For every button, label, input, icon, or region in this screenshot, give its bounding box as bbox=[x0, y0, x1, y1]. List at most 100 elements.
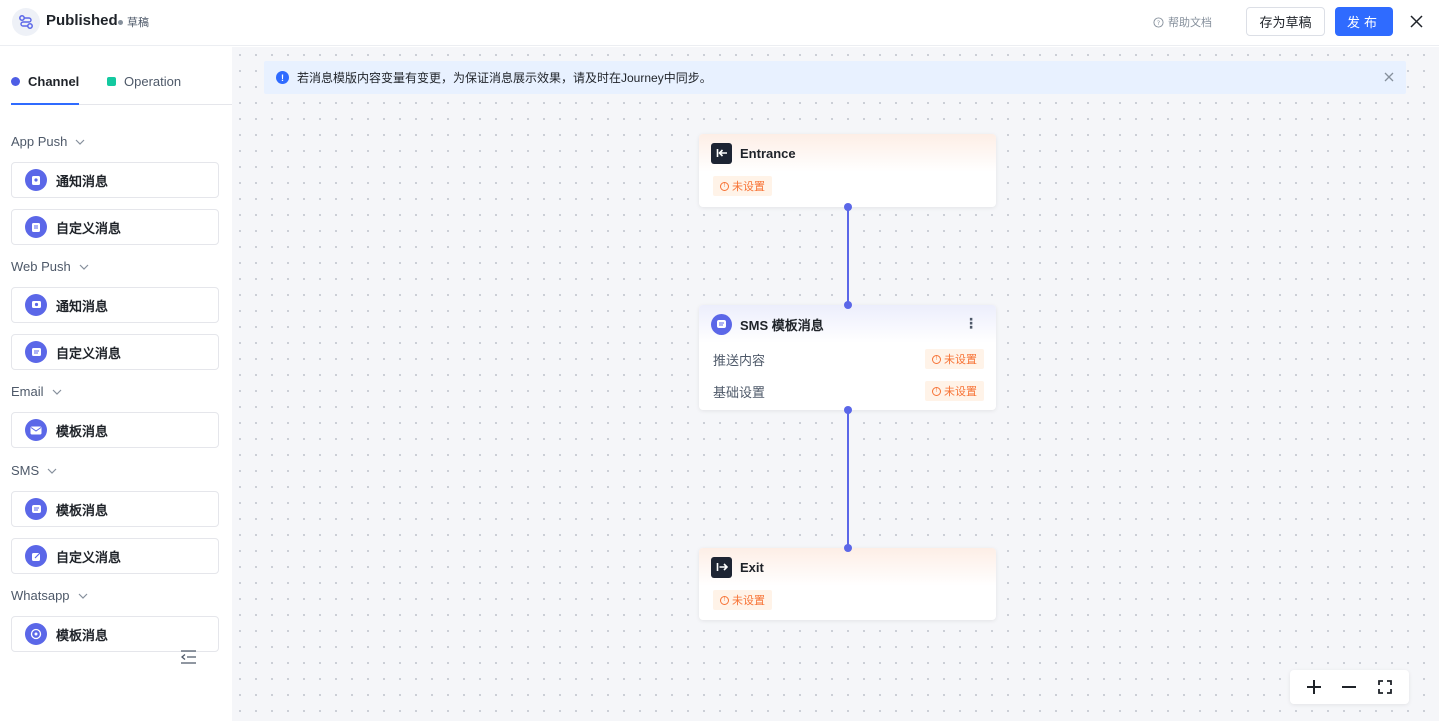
sms-icon bbox=[25, 498, 47, 520]
edit-icon bbox=[25, 545, 47, 567]
palette-item-web-push-custom[interactable]: 自定义消息 bbox=[11, 334, 219, 370]
palette-tabs: Channel Operation bbox=[11, 67, 232, 105]
document-icon bbox=[25, 216, 47, 238]
zoom-out-icon[interactable] bbox=[1338, 676, 1360, 698]
connector-line bbox=[847, 207, 849, 305]
group-whatsapp[interactable]: Whatsapp bbox=[11, 588, 88, 603]
status-label: 未设置 bbox=[944, 386, 977, 398]
status-label: 未设置 bbox=[944, 354, 977, 366]
group-email[interactable]: Email bbox=[11, 384, 62, 399]
node-row-push-content[interactable]: 推送内容 ! 未设置 bbox=[713, 343, 984, 375]
chevron-down-icon bbox=[79, 264, 89, 270]
node-title: SMS 模板消息 bbox=[740, 317, 824, 333]
palette-item-sms-custom[interactable]: 自定义消息 bbox=[11, 538, 219, 574]
status-label: 草稿 bbox=[127, 17, 149, 29]
tab-channel-label: Channel bbox=[28, 74, 80, 89]
node-sms-template[interactable]: SMS 模板消息 ⋮ 推送内容 ! 未设置 基础设置 ! 未设置 bbox=[699, 305, 996, 410]
node-entrance[interactable]: Entrance ! 未设置 bbox=[699, 134, 996, 207]
status-label: 未设置 bbox=[732, 595, 765, 607]
fit-view-icon[interactable] bbox=[1374, 676, 1396, 698]
entrance-icon bbox=[711, 142, 732, 164]
status-badge: ! 未设置 bbox=[713, 590, 772, 610]
connection-handle[interactable] bbox=[844, 301, 852, 309]
chevron-down-icon bbox=[52, 389, 61, 395]
active-tab-indicator bbox=[11, 103, 79, 105]
row-label: 基础设置 bbox=[713, 384, 766, 400]
status-label: 未设置 bbox=[732, 181, 765, 193]
palette-item-label: 自定义消息 bbox=[56, 220, 122, 236]
journey-logo-icon bbox=[12, 8, 40, 36]
zoom-in-icon[interactable] bbox=[1303, 676, 1325, 698]
warning-icon: ! bbox=[932, 354, 941, 364]
exit-icon bbox=[711, 556, 732, 578]
palette-item-label: 自定义消息 bbox=[56, 345, 122, 361]
palette-item-label: 模板消息 bbox=[56, 627, 109, 643]
palette-item-whatsapp-template[interactable]: 模板消息 bbox=[11, 616, 219, 652]
chevron-down-icon bbox=[75, 139, 85, 145]
save-draft-button[interactable]: 存为草稿 bbox=[1246, 7, 1325, 36]
group-sms[interactable]: SMS bbox=[11, 463, 57, 478]
bell-icon bbox=[25, 169, 47, 191]
node-title: Entrance bbox=[740, 145, 796, 161]
svg-text:?: ? bbox=[1157, 18, 1160, 26]
palette-item-sms-template[interactable]: 模板消息 bbox=[11, 491, 219, 527]
palette-item-app-push-notification[interactable]: 通知消息 bbox=[11, 162, 219, 198]
connection-handle[interactable] bbox=[844, 544, 852, 552]
palette-item-email-template[interactable]: 模板消息 bbox=[11, 412, 219, 448]
group-app-push[interactable]: App Push bbox=[11, 134, 85, 149]
warning-icon: ! bbox=[932, 386, 941, 396]
banner-text: 若消息模版内容变量有变更，为保证消息展示效果，请及时在Journey中同步。 bbox=[297, 71, 712, 85]
channel-dot-icon bbox=[11, 77, 20, 86]
connection-handle[interactable] bbox=[844, 203, 852, 211]
node-header: Entrance bbox=[699, 134, 996, 172]
help-docs-label: 帮助文档 bbox=[1168, 17, 1212, 29]
connection-handle[interactable] bbox=[844, 406, 852, 414]
mail-icon bbox=[25, 419, 47, 441]
collapse-sidebar-icon[interactable] bbox=[180, 650, 198, 666]
info-banner: ! 若消息模版内容变量有变更，为保证消息展示效果，请及时在Journey中同步。 bbox=[264, 61, 1406, 94]
warning-icon: ! bbox=[720, 181, 729, 191]
palette-item-label: 模板消息 bbox=[56, 423, 109, 439]
palette-item-web-push-notification[interactable]: 通知消息 bbox=[11, 287, 219, 323]
status-badge: ! 未设置 bbox=[925, 349, 984, 369]
tab-channel[interactable]: Channel bbox=[11, 74, 79, 89]
banner-close-icon[interactable] bbox=[1382, 70, 1396, 84]
row-label: 推送内容 bbox=[713, 352, 766, 368]
palette-item-app-push-custom[interactable]: 自定义消息 bbox=[11, 209, 219, 245]
palette-item-label: 模板消息 bbox=[56, 502, 109, 518]
sms-icon bbox=[711, 313, 732, 335]
help-icon: ? bbox=[1153, 16, 1164, 28]
group-web-push[interactable]: Web Push bbox=[11, 259, 89, 274]
status-dot-icon bbox=[118, 19, 123, 25]
publish-button[interactable]: 发布 bbox=[1335, 7, 1393, 36]
close-icon[interactable] bbox=[1406, 11, 1426, 31]
help-docs-link[interactable]: ? 帮助文档 bbox=[1153, 14, 1212, 30]
operation-dot-icon bbox=[107, 77, 116, 86]
node-header: SMS 模板消息 bbox=[699, 305, 996, 343]
connector-line bbox=[847, 410, 849, 548]
node-row-basic-settings[interactable]: 基础设置 ! 未设置 bbox=[713, 375, 984, 407]
info-icon: ! bbox=[276, 71, 289, 84]
status-badge: 草稿 bbox=[118, 14, 149, 30]
chevron-down-icon bbox=[78, 593, 87, 599]
page-title: Published bbox=[46, 12, 118, 29]
status-badge: ! 未设置 bbox=[925, 381, 984, 401]
zoom-controls bbox=[1290, 670, 1409, 704]
tab-operation-label: Operation bbox=[124, 74, 182, 89]
status-badge: ! 未设置 bbox=[713, 176, 772, 196]
group-label: Whatsapp bbox=[11, 588, 70, 603]
group-label: Email bbox=[11, 384, 44, 399]
more-options-icon[interactable]: ⋮ bbox=[964, 315, 978, 332]
palette-item-label: 通知消息 bbox=[56, 298, 109, 314]
tab-operation[interactable]: Operation bbox=[107, 74, 181, 89]
group-label: SMS bbox=[11, 463, 40, 478]
whatsapp-icon bbox=[25, 623, 47, 645]
palette-item-label: 通知消息 bbox=[56, 173, 109, 189]
chevron-down-icon bbox=[47, 468, 57, 474]
bell-icon bbox=[25, 294, 47, 316]
warning-icon: ! bbox=[720, 595, 729, 605]
group-label: Web Push bbox=[11, 259, 71, 274]
node-exit[interactable]: Exit ! 未设置 bbox=[699, 548, 996, 620]
header: Published 草稿 ? 帮助文档 存为草稿 发布 bbox=[0, 0, 1439, 46]
message-icon bbox=[25, 341, 47, 363]
